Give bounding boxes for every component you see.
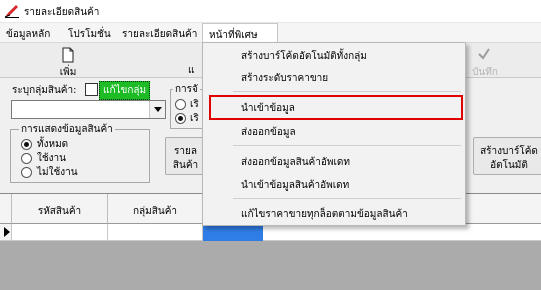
radio-inactive[interactable]	[21, 167, 32, 178]
menu-item-edit-prices-all-lots[interactable]: แก้ไขราคาขายทุกล็อตตามข้อมูลสินค้า	[241, 207, 408, 222]
edit-group-checkbox[interactable]	[85, 83, 98, 96]
app-edit-icon	[4, 5, 19, 18]
partial-options-legend: การจั	[173, 82, 200, 97]
row-pointer-icon	[4, 227, 10, 237]
menu-item-import-data[interactable]: นำเข้าข้อมูล	[241, 101, 295, 116]
group-filter-label: ระบุกลุ่มสินค้า:	[12, 85, 77, 96]
table-row[interactable]	[0, 224, 541, 241]
radio-option-2-label: เริ	[190, 113, 199, 124]
special-functions-dropdown: สร้างบาร์โค้ดอัตโนมัติทั้งกลุ่ม สร้างระด…	[202, 42, 466, 226]
auto-barcode-button[interactable]: สร้างบาร์โค้ด อัตโนมัติ	[473, 137, 541, 175]
menu-special-functions[interactable]: หน้าที่พิเศษ	[202, 23, 278, 43]
display-options-group: การแสดงข้อมูลสินค้า ทั้งหมด ใช้งาน ไม่ใช…	[10, 122, 150, 183]
radio-option-1[interactable]	[175, 99, 186, 110]
column-header-product-group[interactable]: กลุ่มสินค้า	[108, 194, 203, 224]
radio-option-2[interactable]	[175, 113, 186, 124]
column-header-product-code[interactable]: รหัสสินค้า	[12, 194, 108, 224]
auto-barcode-line1: สร้างบาร์โค้ด	[480, 146, 538, 157]
combo-dropdown-button[interactable]	[149, 101, 165, 118]
menu-separator	[233, 91, 461, 92]
column-header-product-code-label: รหัสสินค้า	[37, 206, 82, 217]
save-button[interactable]: บันทึก	[460, 45, 510, 78]
menu-separator	[233, 145, 461, 146]
window-title: รายละเอียดสินค้า	[24, 7, 100, 18]
radio-active[interactable]	[21, 153, 32, 164]
group-combo[interactable]	[11, 100, 166, 119]
menu-item-auto-barcode-group[interactable]: สร้างบาร์โค้ดอัตโนมัติทั้งกลุ่ม	[241, 49, 367, 64]
toolbar-button-partial-label[interactable]: แ	[188, 63, 194, 78]
auto-barcode-line2: อัตโนมัติ	[490, 160, 528, 171]
edit-group-label[interactable]: แก้ไขกลุ่ม	[99, 81, 151, 100]
product-report-line1: รายล	[174, 146, 197, 157]
menu-master-data[interactable]: ข้อมูลหลัก	[6, 27, 50, 42]
cell-product-group[interactable]	[108, 224, 203, 240]
selected-cell[interactable]	[203, 224, 263, 241]
menu-item-import-updated-products[interactable]: นำเข้าข้อมูลสินค้าอัพเดท	[241, 178, 349, 193]
menu-item-price-levels[interactable]: สร้างระดับราคาขาย	[241, 71, 328, 86]
product-report-button[interactable]: รายล สินค้า	[165, 137, 205, 175]
menu-product-details[interactable]: รายละเอียดสินค้า	[122, 27, 197, 42]
menu-item-export-data[interactable]: ส่งออกข้อมูล	[241, 125, 296, 140]
menu-item-export-updated-products[interactable]: ส่งออกข้อมูลสินค้าอัพเดท	[241, 155, 350, 170]
grid-corner-header	[0, 194, 12, 224]
checkmark-icon	[478, 48, 490, 60]
add-button[interactable]: เพิ่ม	[40, 45, 96, 78]
menu-separator	[233, 198, 461, 199]
display-options-legend: การแสดงข้อมูลสินค้า	[19, 122, 115, 137]
menu-promotion[interactable]: โปรโมชั่น	[68, 27, 111, 42]
radio-active-label: ใช้งาน	[37, 153, 67, 164]
cell-product-code[interactable]	[12, 224, 108, 240]
add-button-label: เพิ่ม	[59, 67, 77, 78]
save-button-label: บันทึก	[472, 67, 498, 78]
radio-option-1-label: เริ	[190, 99, 199, 110]
row-header[interactable]	[0, 224, 12, 240]
title-bar: รายละเอียดสินค้า	[0, 0, 541, 23]
radio-all-label: ทั้งหมด	[37, 139, 69, 150]
radio-all[interactable]	[21, 139, 32, 150]
grid-empty-area	[0, 241, 541, 290]
dropdown-arrow-icon	[154, 107, 162, 112]
new-document-icon	[62, 47, 74, 63]
product-report-line2: สินค้า	[172, 160, 199, 171]
radio-inactive-label: ไม่ใช้งาน	[37, 167, 78, 178]
menu-special-functions-label: หน้าที่พิเศษ	[209, 30, 258, 41]
menu-bar: ข้อมูลหลัก โปรโมชั่น รายละเอียดสินค้า หน…	[0, 23, 541, 43]
column-header-product-group-label: กลุ่มสินค้า	[132, 206, 178, 217]
